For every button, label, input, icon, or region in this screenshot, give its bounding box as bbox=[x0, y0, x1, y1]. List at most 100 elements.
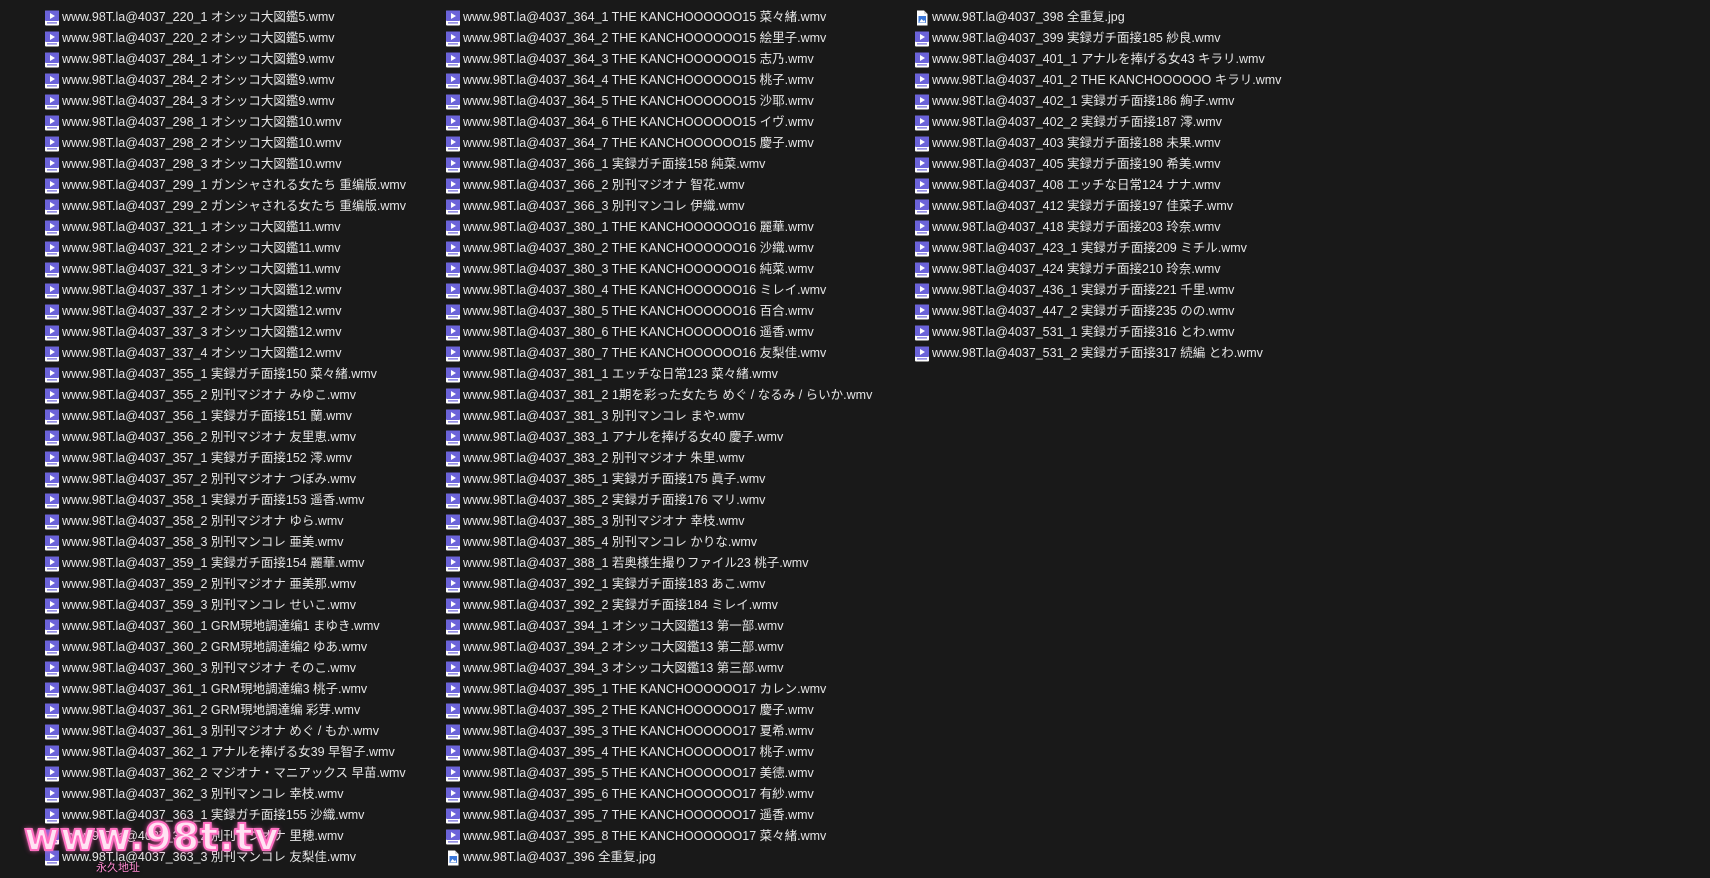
file-item[interactable]: www.98T.la@4037_395_6 THE KANCHOOOOOO17 … bbox=[445, 784, 872, 805]
file-item[interactable]: www.98T.la@4037_395_5 THE KANCHOOOOOO17 … bbox=[445, 763, 872, 784]
file-item[interactable]: www.98T.la@4037_337_2 オシッコ大図鑑12.wmv bbox=[44, 301, 406, 322]
file-item[interactable]: www.98T.la@4037_358_2 別刊マジオナ ゆら.wmv bbox=[44, 511, 406, 532]
file-item[interactable]: www.98T.la@4037_355_2 別刊マジオナ みゆこ.wmv bbox=[44, 385, 406, 406]
file-item[interactable]: www.98T.la@4037_363_2 別刊マジオナ 里穂.wmv bbox=[44, 826, 406, 847]
file-item[interactable]: www.98T.la@4037_423_1 実録ガチ面接209 ミチル.wmv bbox=[914, 238, 1281, 259]
file-item[interactable]: www.98T.la@4037_364_4 THE KANCHOOOOOO15 … bbox=[445, 70, 872, 91]
file-item[interactable]: www.98T.la@4037_356_2 別刊マジオナ 友里恵.wmv bbox=[44, 427, 406, 448]
file-item[interactable]: www.98T.la@4037_388_1 若奥様生撮りファイル23 桃子.wm… bbox=[445, 553, 872, 574]
file-item[interactable]: www.98T.la@4037_398 全重复.jpg bbox=[914, 7, 1281, 28]
file-item[interactable]: www.98T.la@4037_402_2 実録ガチ面接187 澪.wmv bbox=[914, 112, 1281, 133]
file-item[interactable]: www.98T.la@4037_356_1 実録ガチ面接151 蘭.wmv bbox=[44, 406, 406, 427]
file-item[interactable]: www.98T.la@4037_364_2 THE KANCHOOOOOO15 … bbox=[445, 28, 872, 49]
file-item[interactable]: www.98T.la@4037_405 実録ガチ面接190 希美.wmv bbox=[914, 154, 1281, 175]
file-item[interactable]: www.98T.la@4037_392_2 実録ガチ面接184 ミレイ.wmv bbox=[445, 595, 872, 616]
file-item[interactable]: www.98T.la@4037_362_2 マジオナ・マニアックス 早苗.wmv bbox=[44, 763, 406, 784]
file-item[interactable]: www.98T.la@4037_298_3 オシッコ大図鑑10.wmv bbox=[44, 154, 406, 175]
file-item[interactable]: www.98T.la@4037_380_4 THE KANCHOOOOOO16 … bbox=[445, 280, 872, 301]
file-item[interactable]: www.98T.la@4037_385_1 実録ガチ面接175 眞子.wmv bbox=[445, 469, 872, 490]
file-item[interactable]: www.98T.la@4037_395_2 THE KANCHOOOOOO17 … bbox=[445, 700, 872, 721]
file-item[interactable]: www.98T.la@4037_298_1 オシッコ大図鑑10.wmv bbox=[44, 112, 406, 133]
file-item[interactable]: www.98T.la@4037_447_2 実録ガチ面接235 のの.wmv bbox=[914, 301, 1281, 322]
file-item[interactable]: www.98T.la@4037_361_3 別刊マジオナ めぐ / もか.wmv bbox=[44, 721, 406, 742]
file-item[interactable]: www.98T.la@4037_366_3 別刊マンコレ 伊織.wmv bbox=[445, 196, 872, 217]
file-item[interactable]: www.98T.la@4037_402_1 実録ガチ面接186 絢子.wmv bbox=[914, 91, 1281, 112]
file-item[interactable]: www.98T.la@4037_418 実録ガチ面接203 玲奈.wmv bbox=[914, 217, 1281, 238]
file-item[interactable]: www.98T.la@4037_380_2 THE KANCHOOOOOO16 … bbox=[445, 238, 872, 259]
file-item[interactable]: www.98T.la@4037_412 実録ガチ面接197 佳菜子.wmv bbox=[914, 196, 1281, 217]
file-item[interactable]: www.98T.la@4037_284_1 オシッコ大図鑑9.wmv bbox=[44, 49, 406, 70]
file-item[interactable]: www.98T.la@4037_395_7 THE KANCHOOOOOO17 … bbox=[445, 805, 872, 826]
file-item[interactable]: www.98T.la@4037_220_2 オシッコ大図鑑5.wmv bbox=[44, 28, 406, 49]
file-item[interactable]: www.98T.la@4037_359_1 実録ガチ面接154 麗華.wmv bbox=[44, 553, 406, 574]
file-item[interactable]: www.98T.la@4037_380_1 THE KANCHOOOOOO16 … bbox=[445, 217, 872, 238]
file-item[interactable]: www.98T.la@4037_531_1 実録ガチ面接316 とわ.wmv bbox=[914, 322, 1281, 343]
file-item[interactable]: www.98T.la@4037_394_3 オシッコ大図鑑13 第三部.wmv bbox=[445, 658, 872, 679]
file-item[interactable]: www.98T.la@4037_360_3 別刊マジオナ そのこ.wmv bbox=[44, 658, 406, 679]
file-name: www.98T.la@4037_362_3 別刊マンコレ 幸枝.wmv bbox=[62, 787, 344, 801]
file-item[interactable]: www.98T.la@4037_360_2 GRM現地調達编2 ゆあ.wmv bbox=[44, 637, 406, 658]
file-item[interactable]: www.98T.la@4037_337_1 オシッコ大図鑑12.wmv bbox=[44, 280, 406, 301]
file-item[interactable]: www.98T.la@4037_385_3 別刊マジオナ 幸枝.wmv bbox=[445, 511, 872, 532]
file-item[interactable]: www.98T.la@4037_358_3 別刊マンコレ 亜美.wmv bbox=[44, 532, 406, 553]
file-item[interactable]: www.98T.la@4037_399 実録ガチ面接185 紗良.wmv bbox=[914, 28, 1281, 49]
file-item[interactable]: www.98T.la@4037_385_4 別刊マンコレ かりな.wmv bbox=[445, 532, 872, 553]
file-item[interactable]: www.98T.la@4037_321_3 オシッコ大図鑑11.wmv bbox=[44, 259, 406, 280]
file-item[interactable]: www.98T.la@4037_364_6 THE KANCHOOOOOO15 … bbox=[445, 112, 872, 133]
file-item[interactable]: www.98T.la@4037_364_1 THE KANCHOOOOOO15 … bbox=[445, 7, 872, 28]
file-item[interactable]: www.98T.la@4037_364_5 THE KANCHOOOOOO15 … bbox=[445, 91, 872, 112]
file-item[interactable]: www.98T.la@4037_366_1 実録ガチ面接158 純菜.wmv bbox=[445, 154, 872, 175]
file-item[interactable]: www.98T.la@4037_436_1 実録ガチ面接221 千里.wmv bbox=[914, 280, 1281, 301]
file-item[interactable]: www.98T.la@4037_299_1 ガンシャされる女たち 重编版.wmv bbox=[44, 175, 406, 196]
file-item[interactable]: www.98T.la@4037_364_3 THE KANCHOOOOOO15 … bbox=[445, 49, 872, 70]
file-item[interactable]: www.98T.la@4037_380_5 THE KANCHOOOOOO16 … bbox=[445, 301, 872, 322]
file-item[interactable]: www.98T.la@4037_358_1 実録ガチ面接153 遥香.wmv bbox=[44, 490, 406, 511]
file-item[interactable]: www.98T.la@4037_401_1 アナルを捧げる女43 キラリ.wmv bbox=[914, 49, 1281, 70]
file-item[interactable]: www.98T.la@4037_284_3 オシッコ大図鑑9.wmv bbox=[44, 91, 406, 112]
file-item[interactable]: www.98T.la@4037_396 全重复.jpg bbox=[445, 847, 872, 868]
file-item[interactable]: www.98T.la@4037_403 実録ガチ面接188 未果.wmv bbox=[914, 133, 1281, 154]
file-item[interactable]: www.98T.la@4037_380_6 THE KANCHOOOOOO16 … bbox=[445, 322, 872, 343]
file-item[interactable]: www.98T.la@4037_380_7 THE KANCHOOOOOO16 … bbox=[445, 343, 872, 364]
file-item[interactable]: www.98T.la@4037_394_2 オシッコ大図鑑13 第二部.wmv bbox=[445, 637, 872, 658]
file-item[interactable]: www.98T.la@4037_392_1 実録ガチ面接183 あこ.wmv bbox=[445, 574, 872, 595]
file-item[interactable]: www.98T.la@4037_383_2 別刊マジオナ 朱里.wmv bbox=[445, 448, 872, 469]
file-item[interactable]: www.98T.la@4037_395_3 THE KANCHOOOOOO17 … bbox=[445, 721, 872, 742]
file-item[interactable]: www.98T.la@4037_362_1 アナルを捧げる女39 早智子.wmv bbox=[44, 742, 406, 763]
file-item[interactable]: www.98T.la@4037_363_3 別刊マンコレ 友梨佳.wmv bbox=[44, 847, 406, 868]
file-item[interactable]: www.98T.la@4037_321_2 オシッコ大図鑑11.wmv bbox=[44, 238, 406, 259]
file-item[interactable]: www.98T.la@4037_364_7 THE KANCHOOOOOO15 … bbox=[445, 133, 872, 154]
file-item[interactable]: www.98T.la@4037_424 実録ガチ面接210 玲奈.wmv bbox=[914, 259, 1281, 280]
file-item[interactable]: www.98T.la@4037_366_2 別刊マジオナ 智花.wmv bbox=[445, 175, 872, 196]
file-item[interactable]: www.98T.la@4037_359_2 別刊マジオナ 亜美那.wmv bbox=[44, 574, 406, 595]
file-item[interactable]: www.98T.la@4037_395_1 THE KANCHOOOOOO17 … bbox=[445, 679, 872, 700]
file-item[interactable]: www.98T.la@4037_359_3 別刊マンコレ せいこ.wmv bbox=[44, 595, 406, 616]
file-item[interactable]: www.98T.la@4037_361_2 GRM現地調達编 彩芽.wmv bbox=[44, 700, 406, 721]
file-item[interactable]: www.98T.la@4037_284_2 オシッコ大図鑑9.wmv bbox=[44, 70, 406, 91]
file-item[interactable]: www.98T.la@4037_401_2 THE KANCHOOOOOO キラ… bbox=[914, 70, 1281, 91]
file-item[interactable]: www.98T.la@4037_394_1 オシッコ大図鑑13 第一部.wmv bbox=[445, 616, 872, 637]
file-item[interactable]: www.98T.la@4037_298_2 オシッコ大図鑑10.wmv bbox=[44, 133, 406, 154]
file-item[interactable]: www.98T.la@4037_337_4 オシッコ大図鑑12.wmv bbox=[44, 343, 406, 364]
file-item[interactable]: www.98T.la@4037_381_2 1期を彩った女たち めぐ / なるみ… bbox=[445, 385, 872, 406]
file-item[interactable]: www.98T.la@4037_395_4 THE KANCHOOOOOO17 … bbox=[445, 742, 872, 763]
file-item[interactable]: www.98T.la@4037_395_8 THE KANCHOOOOOO17 … bbox=[445, 826, 872, 847]
file-item[interactable]: www.98T.la@4037_299_2 ガンシャされる女たち 重编版.wmv bbox=[44, 196, 406, 217]
file-item[interactable]: www.98T.la@4037_381_3 別刊マンコレ まや.wmv bbox=[445, 406, 872, 427]
file-item[interactable]: www.98T.la@4037_357_1 実録ガチ面接152 澪.wmv bbox=[44, 448, 406, 469]
file-item[interactable]: www.98T.la@4037_220_1 オシッコ大図鑑5.wmv bbox=[44, 7, 406, 28]
file-item[interactable]: www.98T.la@4037_355_1 実録ガチ面接150 菜々緒.wmv bbox=[44, 364, 406, 385]
file-item[interactable]: www.98T.la@4037_362_3 別刊マンコレ 幸枝.wmv bbox=[44, 784, 406, 805]
file-item[interactable]: www.98T.la@4037_357_2 別刊マジオナ つぼみ.wmv bbox=[44, 469, 406, 490]
file-item[interactable]: www.98T.la@4037_383_1 アナルを捧げる女40 慶子.wmv bbox=[445, 427, 872, 448]
file-item[interactable]: www.98T.la@4037_531_2 実録ガチ面接317 続編 とわ.wm… bbox=[914, 343, 1281, 364]
file-item[interactable]: www.98T.la@4037_380_3 THE KANCHOOOOOO16 … bbox=[445, 259, 872, 280]
file-item[interactable]: www.98T.la@4037_385_2 実録ガチ面接176 マリ.wmv bbox=[445, 490, 872, 511]
file-item[interactable]: www.98T.la@4037_321_1 オシッコ大図鑑11.wmv bbox=[44, 217, 406, 238]
file-item[interactable]: www.98T.la@4037_408 エッチな日常124 ナナ.wmv bbox=[914, 175, 1281, 196]
file-item[interactable]: www.98T.la@4037_381_1 エッチな日常123 菜々緒.wmv bbox=[445, 364, 872, 385]
file-item[interactable]: www.98T.la@4037_361_1 GRM現地調達编3 桃子.wmv bbox=[44, 679, 406, 700]
file-item[interactable]: www.98T.la@4037_337_3 オシッコ大図鑑12.wmv bbox=[44, 322, 406, 343]
file-item[interactable]: www.98T.la@4037_360_1 GRM現地調達编1 まゆき.wmv bbox=[44, 616, 406, 637]
file-item[interactable]: www.98T.la@4037_363_1 実録ガチ面接155 沙織.wmv bbox=[44, 805, 406, 826]
